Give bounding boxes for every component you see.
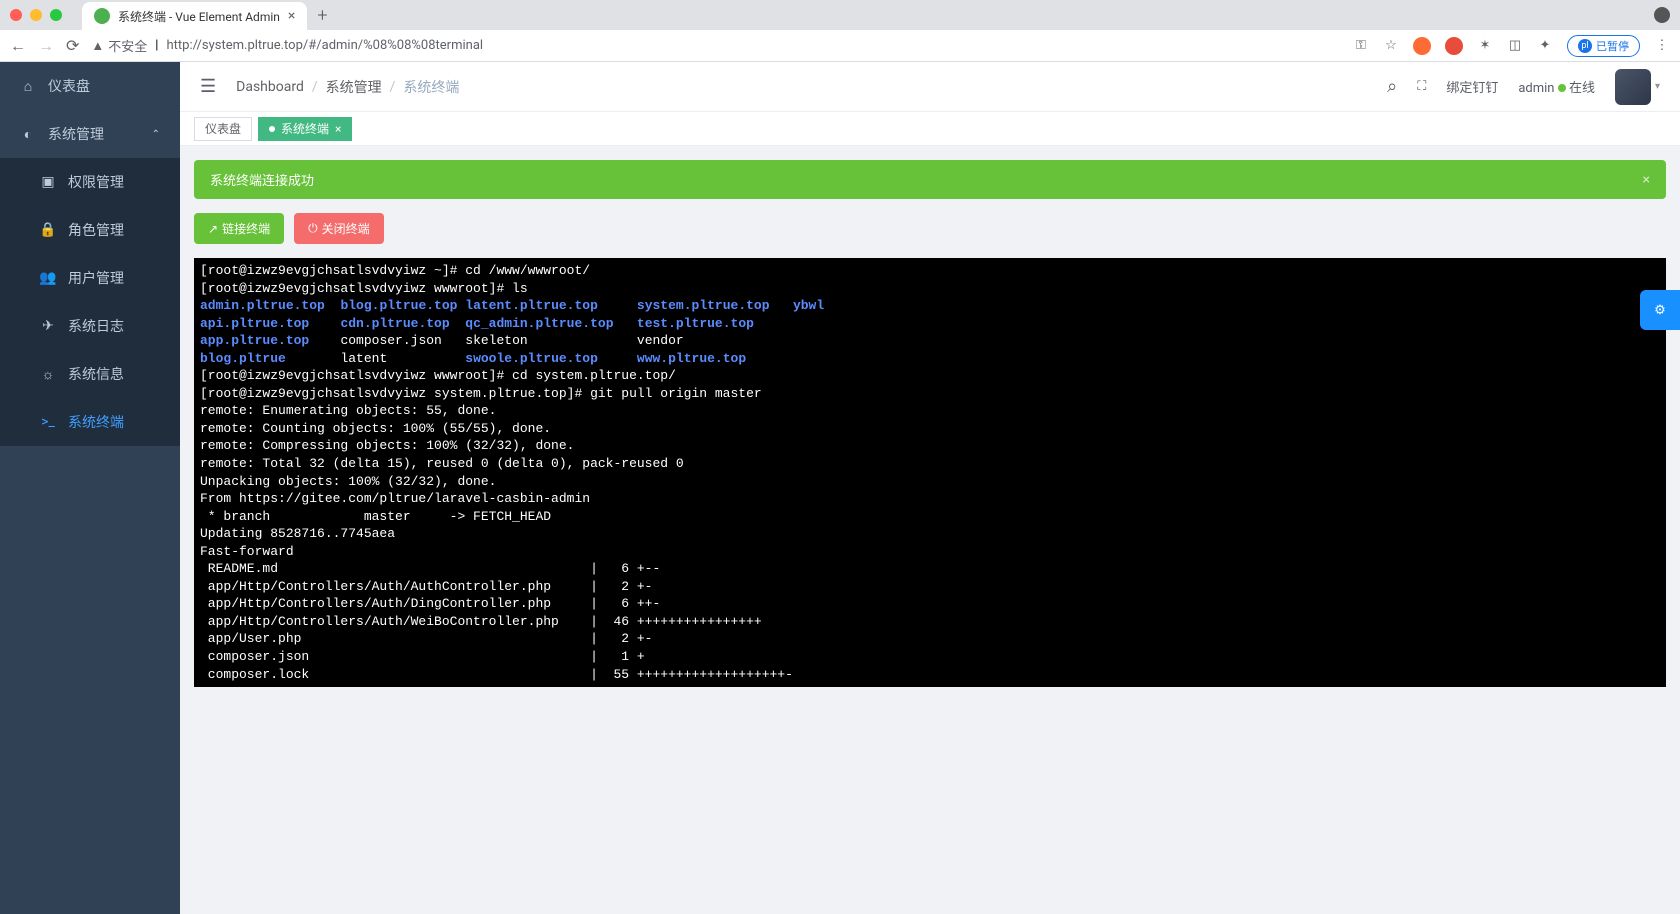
chrome-app-icon[interactable] [1654, 7, 1670, 23]
sidebar-item-info[interactable]: ☼ 系统信息 [0, 350, 180, 398]
address-bar[interactable]: ▲ 不安全 | http://system.pltrue.top/#/admin… [91, 36, 1341, 55]
browser-chrome: 系统终端 - Vue Element Admin × + [0, 0, 1680, 30]
connect-button[interactable]: ↗ 链接终端 [194, 213, 284, 244]
paused-badge[interactable]: pl 已暂停 [1567, 35, 1640, 57]
alert-close-icon[interactable]: × [1643, 172, 1650, 188]
breadcrumb-separator: / [312, 79, 318, 95]
sidebar-label: 角色管理 [68, 220, 124, 240]
tab-active-dot-icon [269, 126, 275, 132]
dingding-link[interactable]: 绑定钉钉 [1446, 77, 1498, 96]
tab-title: 系统终端 - Vue Element Admin [118, 8, 280, 25]
tab-terminal[interactable]: 系统终端 × [258, 117, 352, 141]
url-separator: | [155, 38, 158, 53]
page-body: 系统终端连接成功 × ↗ 链接终端 ⏻ 关闭终端 [root@izwz9evgj… [180, 146, 1680, 914]
star-icon[interactable]: ☆ [1383, 38, 1399, 54]
sidebar-item-system[interactable]: ◐ 系统管理 ⌃ [0, 110, 180, 158]
nav-back-button[interactable]: ← [10, 36, 26, 56]
hamburger-icon[interactable]: ☰ [200, 76, 216, 97]
gear-icon: ◐ [20, 126, 36, 142]
shield-icon: ▣ [40, 174, 56, 190]
new-tab-button[interactable]: + [317, 5, 327, 26]
traffic-lights [10, 9, 62, 21]
nav-reload-button[interactable]: ⟳ [66, 36, 79, 55]
breadcrumb-system[interactable]: 系统管理 [326, 77, 382, 97]
window-maximize-button[interactable] [50, 9, 62, 21]
browser-toolbar: ← → ⟳ ▲ 不安全 | http://system.pltrue.top/#… [0, 30, 1680, 62]
sidebar-item-roles[interactable]: 🔒 角色管理 [0, 206, 180, 254]
tab-close-icon[interactable]: × [335, 122, 341, 136]
header-username: admin 在线 [1518, 77, 1595, 96]
extension-icon-1[interactable] [1413, 37, 1431, 55]
app-container: ⌂ 仪表盘 ◐ 系统管理 ⌃ ▣ 权限管理 🔒 角色管理 👥 用户管理 ✈ 系统… [0, 62, 1680, 914]
settings-fab[interactable]: ⚙ [1640, 290, 1680, 330]
dashboard-icon: ⌂ [20, 78, 36, 94]
fullscreen-icon[interactable]: ⛶ [1417, 79, 1426, 94]
breadcrumb-dashboard[interactable]: Dashboard [236, 79, 304, 95]
sidebar-label: 权限管理 [68, 172, 124, 192]
alert-text: 系统终端连接成功 [210, 170, 314, 189]
breadcrumb: Dashboard / 系统管理 / 系统终端 [236, 77, 459, 97]
sidebar-item-permissions[interactable]: ▣ 权限管理 [0, 158, 180, 206]
sidebar-item-logs[interactable]: ✈ 系统日志 [0, 302, 180, 350]
url-text: http://system.pltrue.top/#/admin/%08%08%… [166, 38, 483, 53]
sidebar-label: 用户管理 [68, 268, 124, 288]
tab-favicon-icon [94, 8, 110, 24]
terminal-icon: >_ [40, 414, 56, 430]
chevron-down-icon: ▾ [1655, 81, 1660, 92]
sun-icon: ☼ [40, 366, 56, 382]
sidebar-label: 系统信息 [68, 364, 124, 384]
tabs-bar: 仪表盘 系统终端 × [180, 112, 1680, 146]
extension-icon-4[interactable]: ◫ [1507, 38, 1523, 54]
close-terminal-button[interactable]: ⏻ 关闭终端 [294, 213, 384, 244]
warning-icon: ▲ [91, 38, 104, 54]
key-icon[interactable]: ⚿ [1353, 38, 1369, 54]
header-right: ⌕ ⛶ 绑定钉钉 admin 在线 ▾ [1387, 69, 1660, 105]
status-dot-icon [1558, 84, 1566, 92]
alert-success: 系统终端连接成功 × [194, 160, 1666, 199]
browser-tab[interactable]: 系统终端 - Vue Element Admin × [82, 2, 307, 30]
sidebar-item-terminal[interactable]: >_ 系统终端 [0, 398, 180, 446]
sidebar-label: 系统管理 [48, 124, 104, 144]
extensions-menu-icon[interactable]: ✦ [1537, 38, 1553, 54]
window-minimize-button[interactable] [30, 9, 42, 21]
plane-icon: ✈ [40, 318, 56, 334]
avatar [1615, 69, 1651, 105]
user-menu[interactable]: ▾ [1615, 69, 1660, 105]
extension-icon-3[interactable]: ✶ [1477, 38, 1493, 54]
sidebar-label: 系统终端 [68, 412, 124, 432]
tab-dashboard[interactable]: 仪表盘 [194, 117, 252, 141]
search-icon[interactable]: ⌕ [1387, 76, 1397, 97]
power-icon: ⏻ [308, 221, 318, 236]
app-header: ☰ Dashboard / 系统管理 / 系统终端 ⌕ ⛶ 绑定钉钉 admin… [180, 62, 1680, 112]
sidebar-item-dashboard[interactable]: ⌂ 仪表盘 [0, 62, 180, 110]
breadcrumb-separator: / [390, 79, 396, 95]
action-buttons: ↗ 链接终端 ⏻ 关闭终端 [194, 213, 1666, 244]
extension-icon-2[interactable] [1445, 37, 1463, 55]
nav-forward-button[interactable]: → [38, 36, 54, 56]
security-warning: ▲ 不安全 [91, 36, 147, 55]
sidebar-label: 系统日志 [68, 316, 124, 336]
chevron-up-icon: ⌃ [152, 129, 160, 140]
lock-icon: 🔒 [40, 222, 56, 238]
gear-icon: ⚙ [1654, 303, 1666, 318]
terminal-output[interactable]: [root@izwz9evgjchsatlsvdvyiwz ~]# cd /ww… [194, 258, 1666, 687]
breadcrumb-current: 系统终端 [403, 77, 459, 97]
tab-close-icon[interactable]: × [288, 8, 295, 24]
toolbar-actions: ⚿ ☆ ✶ ◫ ✦ pl 已暂停 ⋮ [1353, 35, 1670, 57]
sidebar: ⌂ 仪表盘 ◐ 系统管理 ⌃ ▣ 权限管理 🔒 角色管理 👥 用户管理 ✈ 系统… [0, 62, 180, 914]
users-icon: 👥 [40, 270, 56, 286]
sidebar-item-users[interactable]: 👥 用户管理 [0, 254, 180, 302]
paused-icon: pl [1578, 39, 1592, 53]
main-content: ☰ Dashboard / 系统管理 / 系统终端 ⌕ ⛶ 绑定钉钉 admin… [180, 62, 1680, 914]
window-close-button[interactable] [10, 9, 22, 21]
link-icon: ↗ [208, 222, 218, 236]
browser-menu-icon[interactable]: ⋮ [1654, 38, 1670, 54]
sidebar-label: 仪表盘 [48, 76, 90, 96]
